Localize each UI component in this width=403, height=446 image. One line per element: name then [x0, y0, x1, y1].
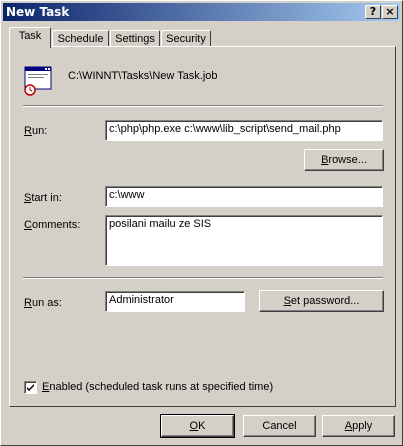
divider [23, 105, 383, 107]
run-as-field[interactable]: Administrator [105, 291, 245, 312]
tab-task[interactable]: Task [9, 27, 51, 48]
start-in-field[interactable]: c:\www [105, 186, 383, 207]
ok-button[interactable]: OK [160, 414, 235, 438]
close-button[interactable]: × [382, 5, 398, 19]
new-task-dialog: New Task ? × Task Schedule Settings Secu… [0, 0, 403, 446]
run-field[interactable]: c:\php\php.exe c:\www\lib_script\send_ma… [105, 120, 383, 141]
comments-field[interactable]: posilani mailu ze SIS [105, 215, 383, 266]
apply-button[interactable]: Apply [322, 415, 395, 437]
comments-label: Comments: [24, 219, 81, 231]
task-file-icon [23, 66, 55, 96]
start-in-label: Start in: [24, 192, 62, 204]
checkmark-icon [27, 384, 34, 391]
run-as-label: Run as: [24, 297, 62, 309]
cancel-button[interactable]: Cancel [243, 415, 316, 437]
browse-button[interactable]: Browse... [304, 149, 384, 171]
run-label: Run: [24, 125, 48, 137]
task-panel: C:\WINNT\Tasks\New Task.job Run: c:\php\… [9, 46, 396, 407]
title-bar[interactable]: New Task ? × [3, 3, 400, 21]
enabled-checkbox[interactable] [24, 381, 37, 394]
job-path: C:\WINNT\Tasks\New Task.job [68, 70, 218, 82]
help-button[interactable]: ? [365, 5, 381, 19]
divider [23, 277, 383, 279]
window-title: New Task [6, 5, 70, 19]
set-password-button[interactable]: Set password... [259, 290, 384, 312]
enabled-label[interactable]: Enabled (scheduled task runs at specifie… [42, 381, 273, 394]
